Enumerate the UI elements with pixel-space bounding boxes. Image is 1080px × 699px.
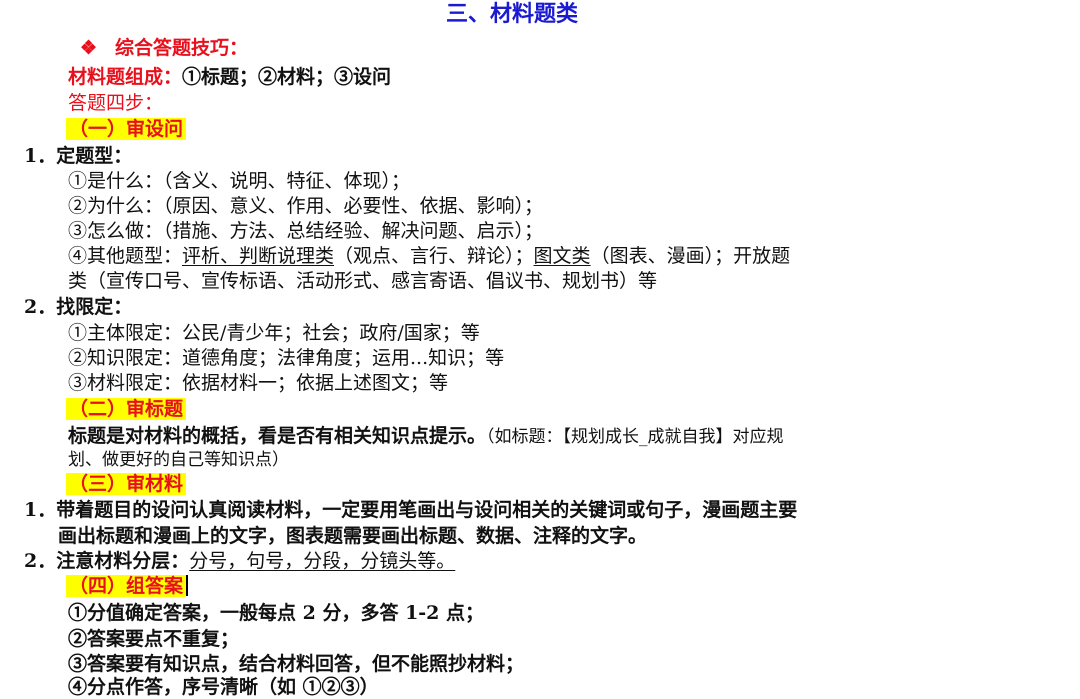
- s3-p1-a: 带着题目的设问认真阅读材料，一定要用笔画出与设问相关的关键词或句子，漫画题主要: [56, 499, 798, 521]
- s1-i4-e: （图表、漫画）；开放题: [590, 245, 791, 267]
- heading-s1-wrap: （一）审设问: [66, 117, 187, 141]
- s4-item3: ③答案要有知识点，结合材料回答，但不能照抄材料；: [68, 653, 525, 675]
- s1-item3: ③怎么做：（措施、方法、总结经验、解决问题、启示）；: [68, 220, 544, 242]
- composition-text: ①标题；②材料；③设问: [182, 66, 392, 88]
- s1-point1: 1．定题型：: [24, 144, 132, 168]
- heading-s4-wrap: （四）组答案: [66, 574, 189, 598]
- section-heading: ❖ 综合答题技巧：: [80, 36, 248, 60]
- s1-p1-label: 定题型：: [56, 145, 133, 167]
- section-title: 综合答题技巧：: [115, 37, 249, 59]
- s1-p1-num: 1．: [24, 145, 57, 167]
- s3-p2-label: 注意材料分层：: [56, 550, 190, 572]
- s3-point1: 1．带着题目的设问认真阅读材料，一定要用笔画出与设问相关的关键词或句子，漫画题主…: [24, 498, 797, 522]
- s4-item2: ②答案要点不重复；: [68, 628, 240, 650]
- heading-s4: （四）组答案: [66, 575, 187, 597]
- heading-s3-wrap: （三）审材料: [66, 472, 187, 496]
- composition-line: 材料题组成：①标题；②材料；③设问: [68, 65, 391, 89]
- s2-line1-b: （如标题：【规划成长_成就自我】对应规: [486, 427, 784, 447]
- s4-item4: ④分点作答，序号清晰（如 ①②③）: [68, 676, 379, 698]
- s1-limit2: ②知识限定：道德角度；法律角度；运用...知识；等: [68, 347, 505, 369]
- text-cursor: [186, 575, 189, 596]
- s1-limit3: ③材料限定：依据材料一；依据上述图文；等: [68, 372, 449, 394]
- s1-i4-d: 图文类: [533, 245, 591, 267]
- s1-item1: ①是什么：（含义、说明、特征、体现）；: [68, 170, 411, 192]
- page-title: 三、材料题类: [446, 1, 579, 27]
- s3-p1-num: 1．: [24, 499, 57, 521]
- s3-point1-cont: 画出标题和漫画上的文字，图表题需要画出标题、数据、注释的文字。: [58, 525, 648, 547]
- s3-p2-text: 分号，句号，分段，分镜头等。: [189, 550, 456, 572]
- steps-label: 答题四步：: [68, 92, 164, 114]
- s1-i4-c: （观点、言行、辩论）；: [334, 245, 534, 267]
- s2-line2: 划、做更好的自己等知识点）: [68, 450, 289, 470]
- s3-p2-num: 2．: [24, 550, 57, 572]
- s3-point2: 2．注意材料分层：分号，句号，分段，分镜头等。: [24, 549, 455, 573]
- s1-p2-label: 找限定：: [56, 296, 133, 318]
- bullet-icon: ❖: [80, 37, 98, 59]
- s1-item4-cont: 类（宣传口号、宣传标语、活动形式、感言寄语、倡议书、规划书）等: [68, 270, 658, 292]
- s1-i4-a: ④其他题型：: [68, 245, 183, 267]
- s1-point2: 2．找限定：: [24, 295, 132, 319]
- s1-item4: ④其他题型：评析、判断说理类（观点、言行、辩论）；图文类（图表、漫画）；开放题: [68, 244, 790, 268]
- heading-s2-wrap: （二）审标题: [66, 397, 187, 421]
- heading-s1: （一）审设问: [66, 118, 187, 140]
- s4-item1: ①分值确定答案，一般每点 2 分，多答 1-2 点；: [68, 602, 485, 624]
- s1-item2: ②为什么：（原因、意义、作用、必要性、依据、影响）；: [68, 195, 544, 217]
- s2-line1: 标题是对材料的概括，看是否有相关知识点提示。（如标题：【规划成长_成就自我】对应…: [68, 424, 784, 449]
- heading-s3: （三）审材料: [66, 473, 187, 495]
- s2-line1-a: 标题是对材料的概括，看是否有相关知识点提示。: [68, 425, 487, 447]
- composition-label: 材料题组成：: [68, 66, 183, 88]
- s1-p2-num: 2．: [24, 296, 57, 318]
- s1-limit1: ①主体限定：公民/青少年；社会；政府/国家；等: [68, 322, 480, 344]
- heading-s2: （二）审标题: [66, 398, 187, 420]
- s1-i4-b: 评析、判断说理类: [182, 245, 335, 267]
